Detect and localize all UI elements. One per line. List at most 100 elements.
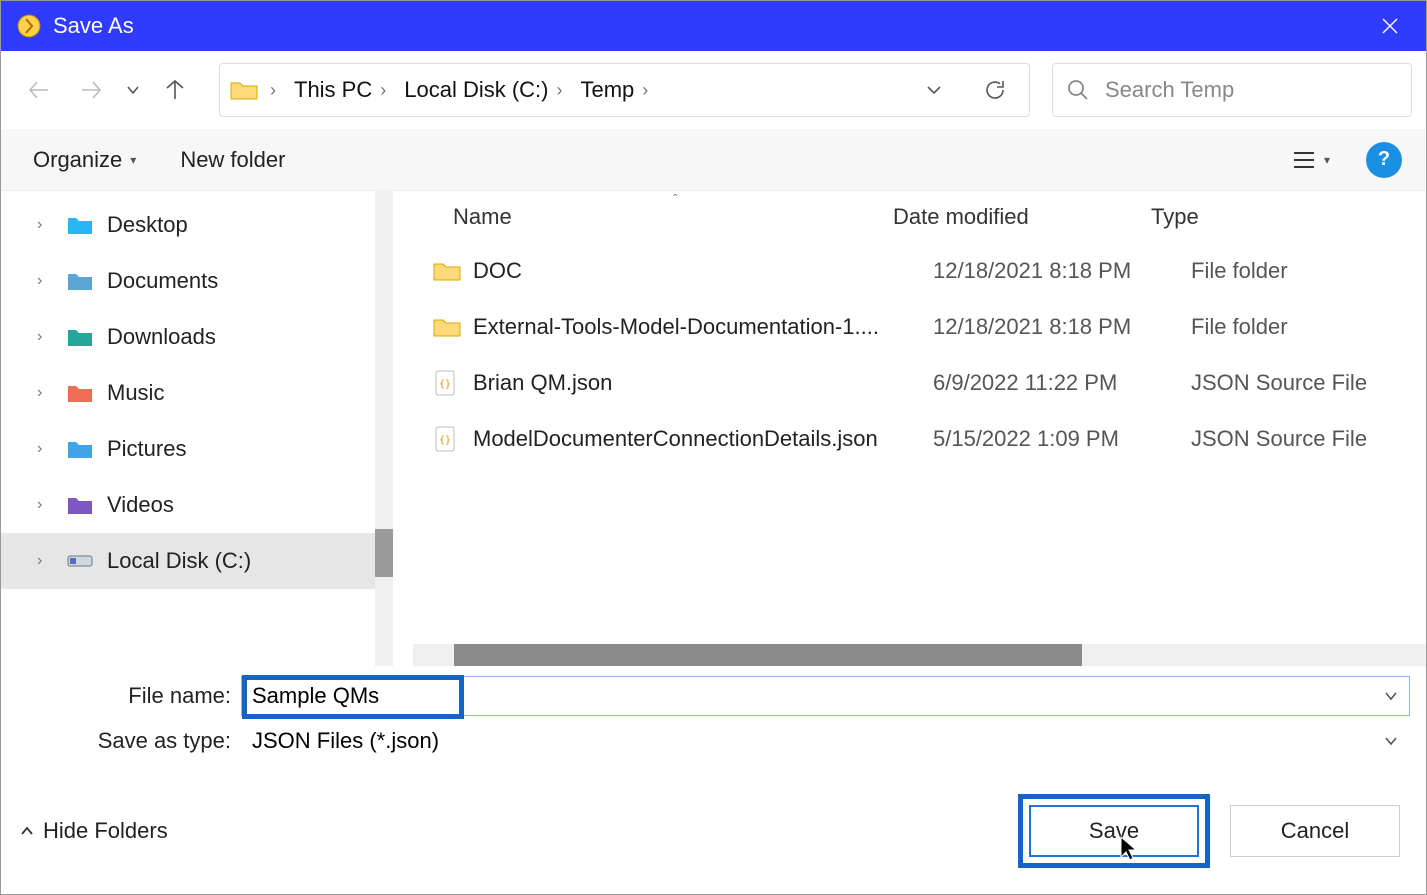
music-icon [67,382,93,404]
arrow-up-icon [162,77,188,103]
chevron-right-icon: › [37,216,53,234]
refresh-button[interactable] [971,66,1019,114]
help-icon: ? [1378,148,1390,171]
chevron-right-icon: › [640,80,650,101]
file-name: ModelDocumenterConnectionDetails.json [473,426,933,452]
address-dropdown[interactable] [925,81,961,99]
tree-item-label: Documents [107,268,218,294]
column-headers: Name Date modified Type [393,191,1426,243]
file-name-combo[interactable] [241,676,1410,716]
cursor-icon [1119,835,1139,861]
hide-folders-button[interactable]: Hide Folders [19,818,168,844]
view-options-button[interactable]: ▾ [1284,144,1338,176]
save-button[interactable]: Save [1029,805,1199,857]
cancel-button[interactable]: Cancel [1230,805,1400,857]
search-input[interactable] [1103,76,1397,104]
file-row[interactable]: External-Tools-Model-Documentation-1....… [393,299,1426,355]
chevron-right-icon: › [268,80,278,101]
chevron-right-icon: › [37,328,53,346]
pictures-icon [67,438,93,460]
address-bar[interactable]: › This PC› Local Disk (C:)› Temp› [219,63,1030,117]
chevron-right-icon: › [37,384,53,402]
tree-item-downloads[interactable]: › Downloads [1,309,393,365]
tree-item-videos[interactable]: › Videos [1,477,393,533]
tree-item-music[interactable]: ›Music [1,365,393,421]
save-button-highlight: Save [1018,794,1210,868]
file-type: File folder [1191,258,1426,284]
tree-item-desktop[interactable]: ›Desktop [1,197,393,253]
horizontal-scrollbar-thumb[interactable] [454,644,1082,666]
list-view-icon [1292,150,1316,170]
chevron-right-icon: › [37,496,53,514]
arrow-left-icon [26,77,52,103]
column-name[interactable]: Name [453,204,893,230]
file-name-label: File name: [21,683,231,709]
help-button[interactable]: ? [1366,142,1402,178]
desktop-icon [67,214,93,236]
toolbar: Organize▾ New folder ▾ ? [1,129,1426,191]
arrow-right-icon [78,77,104,103]
dialog-footer: Hide Folders Save Cancel [1,764,1426,894]
chevron-down-icon[interactable] [1373,688,1409,704]
tree-item-label: Local Disk (C:) [107,548,251,574]
documents-icon [67,270,93,292]
tree-scrollbar-thumb[interactable] [375,529,393,577]
json-file-icon: {} [433,369,473,397]
chevron-down-icon [1383,733,1399,749]
forward-button[interactable] [67,66,115,114]
breadcrumb-local-disk[interactable]: Local Disk (C:)› [398,73,570,107]
svg-text:{}: {} [439,435,451,446]
search-icon [1067,79,1089,101]
search-box[interactable] [1052,63,1412,117]
tree-item-disk[interactable]: › Local Disk (C:) [1,533,393,589]
disk-icon [67,550,93,572]
column-type[interactable]: Type [1151,204,1426,230]
nav-row: › This PC› Local Disk (C:)› Temp› [1,51,1426,129]
new-folder-button[interactable]: New folder [172,141,293,179]
file-name: External-Tools-Model-Documentation-1.... [473,314,933,340]
folder-icon [433,316,473,338]
up-button[interactable] [151,66,199,114]
tree-item-label: Downloads [107,324,216,350]
chevron-down-icon [125,82,141,98]
horizontal-scrollbar[interactable] [413,644,1426,666]
file-name-row: File name: [1,666,1426,720]
file-list: ˆ Name Date modified Type DOC12/18/2021 … [393,191,1426,666]
breadcrumb-temp[interactable]: Temp› [575,73,657,107]
file-date: 5/15/2022 1:09 PM [933,426,1191,452]
file-row[interactable]: DOC12/18/2021 8:18 PMFile folder [393,243,1426,299]
videos-icon [67,494,93,516]
app-icon [15,12,43,40]
nav-tree: ›Desktop›Documents›Downloads›Music›Pictu… [1,191,393,666]
chevron-right-icon: › [37,440,53,458]
file-row[interactable]: {}Brian QM.json6/9/2022 11:22 PMJSON Sou… [393,355,1426,411]
file-row[interactable]: {} ModelDocumenterConnectionDetails.json5… [393,411,1426,467]
file-type: JSON Source File [1191,426,1426,452]
breadcrumb-sep[interactable]: › [262,76,284,105]
file-date: 6/9/2022 11:22 PM [933,370,1191,396]
folder-icon [230,79,258,101]
recent-locations-button[interactable] [119,66,147,114]
save-type-combo[interactable]: JSON Files (*.json) [241,722,1410,760]
folder-icon [433,260,473,282]
tree-item-documents[interactable]: ›Documents [1,253,393,309]
svg-text:{}: {} [439,379,451,390]
sort-indicator-icon: ˆ [673,191,678,207]
breadcrumb-this-pc[interactable]: This PC› [288,73,394,107]
body: ›Desktop›Documents›Downloads›Music›Pictu… [1,191,1426,666]
file-date: 12/18/2021 8:18 PM [933,258,1191,284]
close-button[interactable] [1360,1,1420,51]
chevron-right-icon: › [555,80,565,101]
back-button[interactable] [15,66,63,114]
chevron-right-icon: › [37,552,53,570]
column-date-modified[interactable]: Date modified [893,204,1151,230]
tree-scrollbar[interactable] [375,191,393,666]
tree-item-label: Videos [107,492,174,518]
organize-menu[interactable]: Organize▾ [25,141,144,179]
json-file-icon: {} [433,425,473,453]
tree-item-pictures[interactable]: ›Pictures [1,421,393,477]
file-name-input[interactable] [246,679,446,713]
save-type-label: Save as type: [21,728,231,754]
file-name: Brian QM.json [473,370,933,396]
chevron-right-icon: › [378,80,388,101]
